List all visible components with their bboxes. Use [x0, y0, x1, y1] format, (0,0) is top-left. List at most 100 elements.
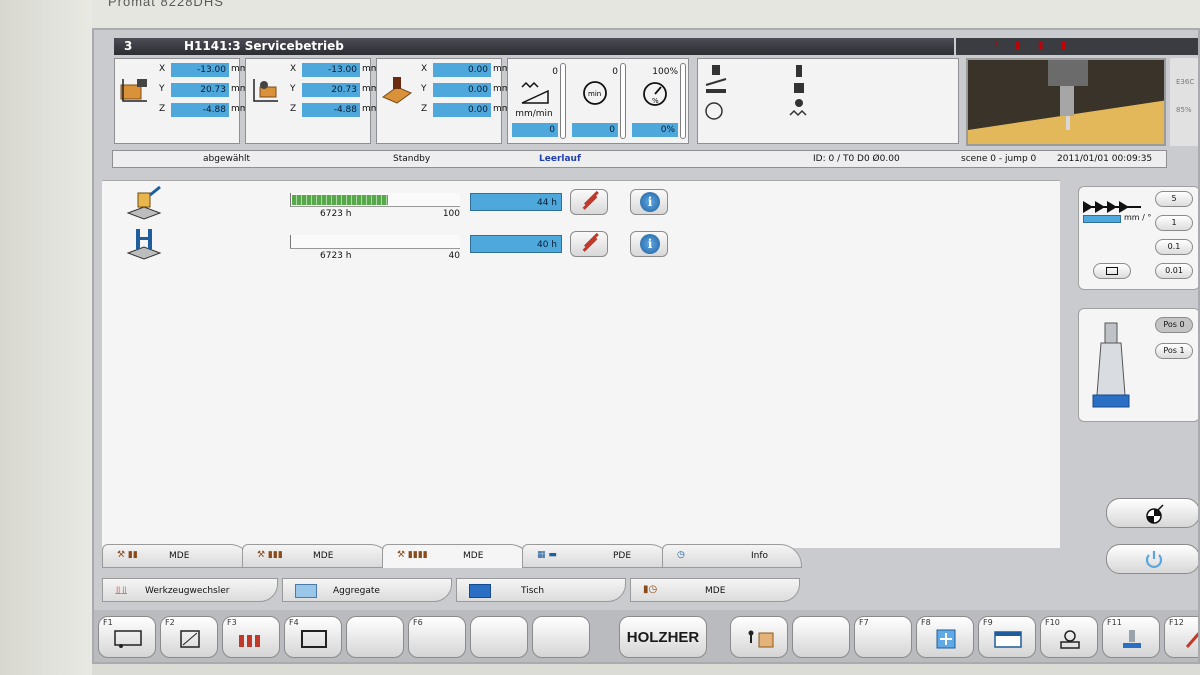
override-column: 100% % 0%	[630, 59, 688, 145]
counter-1-info-button[interactable]: i	[630, 189, 668, 215]
f1-key[interactable]: F1	[98, 616, 156, 658]
axis-value: 0.00	[433, 63, 491, 77]
spindle-speed-value: 0	[572, 123, 618, 137]
glue-unit-icon	[126, 185, 162, 220]
subtab-tisch[interactable]: Tisch	[456, 578, 626, 602]
step-5-button[interactable]: 5	[1155, 191, 1193, 207]
axis-panel-2[interactable]: X -13.00 mm Y 20.73 mm Z -4.88 mm	[245, 58, 380, 144]
tool-3-icon	[381, 77, 413, 104]
gauge-icon: %	[643, 82, 667, 106]
counter-2-reset-button[interactable]	[570, 231, 608, 257]
operator-icon	[748, 630, 774, 648]
counter-limit: 100	[442, 209, 460, 219]
program-number: 3	[124, 39, 133, 53]
camera-image	[968, 60, 1164, 144]
counter-2-progress: 6723 h 40	[290, 235, 460, 265]
f4-key[interactable]: F4	[284, 616, 342, 658]
subtab-aggregate[interactable]: Aggregate	[282, 578, 452, 602]
f7-key[interactable]: F7	[854, 616, 912, 658]
jog-unit-label: mm / °	[1124, 213, 1152, 222]
tool-icon: ⚒ ▮▮▮	[257, 550, 283, 560]
tab-pde[interactable]: ▦ ▬ PDE	[522, 544, 672, 568]
axis-value: 0.00	[433, 103, 491, 117]
unit-status-panel	[697, 58, 959, 144]
holzher-logo: HOLZHER	[626, 629, 700, 646]
state-status: Leerlauf	[539, 154, 581, 164]
jog-step-field[interactable]	[1083, 215, 1121, 223]
counter-2-info-button[interactable]: i	[630, 231, 668, 257]
tool-changer-icon: ⫫⫫	[115, 584, 128, 597]
screen-icon	[114, 630, 142, 648]
f9-key[interactable]: F9	[978, 616, 1036, 658]
alarm-indicator-icons: ! ▮ ▮ ▮	[994, 40, 1074, 51]
f3-key[interactable]: F3	[222, 616, 280, 658]
subtab-werkzeugwechsler[interactable]: ⫫⫫ Werkzeugwechsler	[102, 578, 278, 602]
axis-panel-3[interactable]: X 0.00 mm Y 0.00 mm Z 0.00 mm	[376, 58, 511, 144]
axis-value: -4.88	[302, 103, 360, 117]
f12-key[interactable]: F12	[1164, 616, 1198, 658]
f10-key[interactable]: F10	[1040, 616, 1098, 658]
axis-value: 20.73	[171, 83, 229, 97]
tab-mde-2[interactable]: ⚒ ▮▮▮ MDE	[242, 544, 392, 568]
axis-panel-1[interactable]: X -13.00 mm Y 20.73 mm Z -4.88 mm	[114, 58, 249, 144]
reference-point-icon	[1146, 504, 1164, 524]
f5-key[interactable]	[346, 616, 404, 658]
counter-1-value[interactable]: 44 h	[470, 193, 562, 211]
clock-icon: ◷	[677, 550, 685, 560]
position-panel: Pos 0 Pos 1	[1078, 308, 1198, 422]
f6-key[interactable]: F6	[408, 616, 466, 658]
progress-fill	[292, 195, 388, 205]
f8-key[interactable]: F8	[916, 616, 974, 658]
mode-status: Standby	[393, 154, 431, 164]
right-edge-panel: E36C 85%	[1170, 58, 1198, 146]
tab-info[interactable]: ◷ Info	[662, 544, 802, 568]
counter-2-value[interactable]: 40 h	[470, 235, 562, 253]
frame-icon	[301, 630, 327, 648]
main-tab-bar: ⚒ ▮▮ MDE ⚒ ▮▮▮ MDE ⚒ ▮▮▮▮ MDE ▦ ▬ PDE ◷ …	[102, 544, 1060, 568]
svg-text:%: %	[652, 97, 659, 105]
status-bar: abgewählt Standby Leerlauf ID: 0 / T0 D0…	[112, 150, 1167, 168]
tool-status: ID: 0 / T0 D0 Ø0.00	[813, 154, 900, 164]
f2-key[interactable]: F2	[160, 616, 218, 658]
pos-0-button[interactable]: Pos 0	[1155, 317, 1193, 333]
tab-mde-3[interactable]: ⚒ ▮▮▮▮ MDE	[382, 544, 532, 568]
info-icon: i	[640, 192, 660, 212]
feed-rate-slider[interactable]	[560, 63, 566, 139]
holzher-logo-key[interactable]: HOLZHER	[619, 616, 707, 658]
drawing-icon	[180, 630, 200, 648]
power-icon	[1145, 551, 1163, 568]
axis-value: -4.88	[171, 103, 229, 117]
pos-1-button[interactable]: Pos 1	[1155, 343, 1193, 359]
monitor-model-label: Promat 8228DHS	[108, 0, 224, 9]
svg-text:min: min	[588, 90, 601, 98]
power-button[interactable]	[1106, 544, 1198, 574]
step-0-1-button[interactable]: 0.1	[1155, 239, 1193, 255]
counter-1-reset-button[interactable]	[570, 189, 608, 215]
step-1-button[interactable]: 1	[1155, 215, 1193, 231]
manual-mode-key[interactable]	[730, 616, 788, 658]
blank-key-2[interactable]	[532, 616, 590, 658]
scene-status: scene 0 - jump 0	[961, 154, 1037, 164]
spindle-status-icons	[789, 65, 807, 117]
override-slider[interactable]	[680, 63, 686, 139]
program-title: H1141:3 Servicebetrieb	[184, 39, 344, 53]
machine-camera-view[interactable]	[966, 58, 1166, 146]
blank-key-1[interactable]	[470, 616, 528, 658]
jog-enter-button[interactable]	[1093, 263, 1131, 279]
jog-step-panel: mm / ° 5 1 0.1 0.01	[1078, 186, 1198, 290]
axis-value: -13.00	[171, 63, 229, 77]
tool-1-icon	[120, 79, 147, 102]
step-0-01-button[interactable]: 0.01	[1155, 263, 1193, 279]
reference-point-button[interactable]	[1106, 498, 1198, 528]
table-icon	[469, 584, 491, 598]
subtab-mde[interactable]: ▮◷ MDE	[630, 578, 800, 602]
spindle-speed-slider[interactable]	[620, 63, 626, 139]
progress-track	[290, 193, 460, 207]
tab-mde-1[interactable]: ⚒ ▮▮ MDE	[102, 544, 252, 568]
blank-key-3[interactable]	[792, 616, 850, 658]
f11-key[interactable]: F11	[1102, 616, 1160, 658]
title-bar-right	[956, 38, 1198, 55]
unit-status-icons	[705, 65, 727, 120]
tools-icon	[239, 635, 260, 647]
spindle-icon	[1123, 630, 1141, 648]
